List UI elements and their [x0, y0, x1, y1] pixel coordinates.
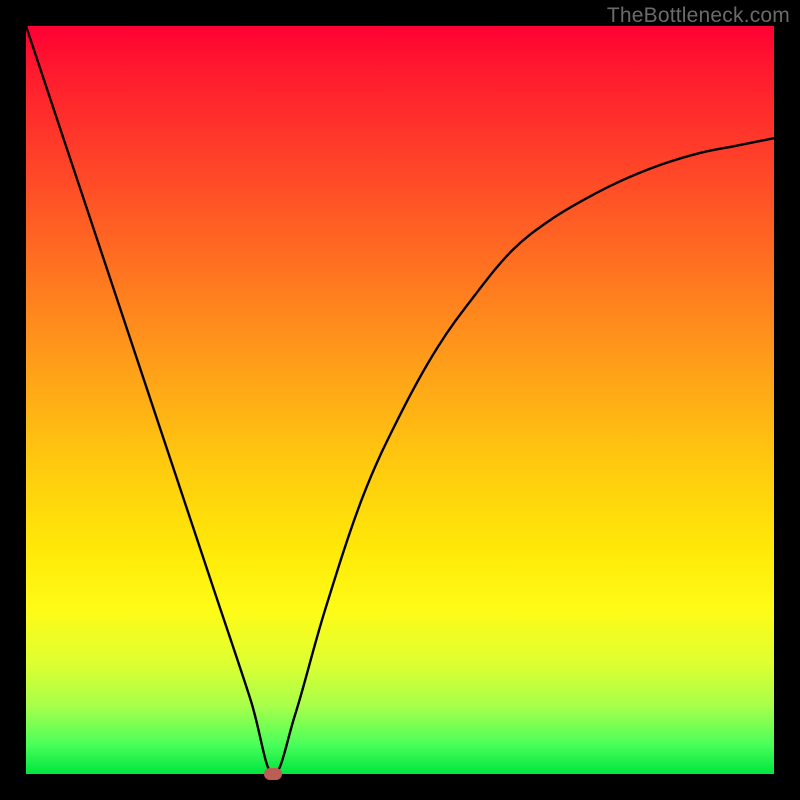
plot-area: [26, 26, 774, 774]
chart-frame: TheBottleneck.com: [0, 0, 800, 800]
bottleneck-curve: [26, 26, 774, 774]
watermark-text: TheBottleneck.com: [607, 4, 790, 28]
minimum-marker: [264, 768, 282, 780]
